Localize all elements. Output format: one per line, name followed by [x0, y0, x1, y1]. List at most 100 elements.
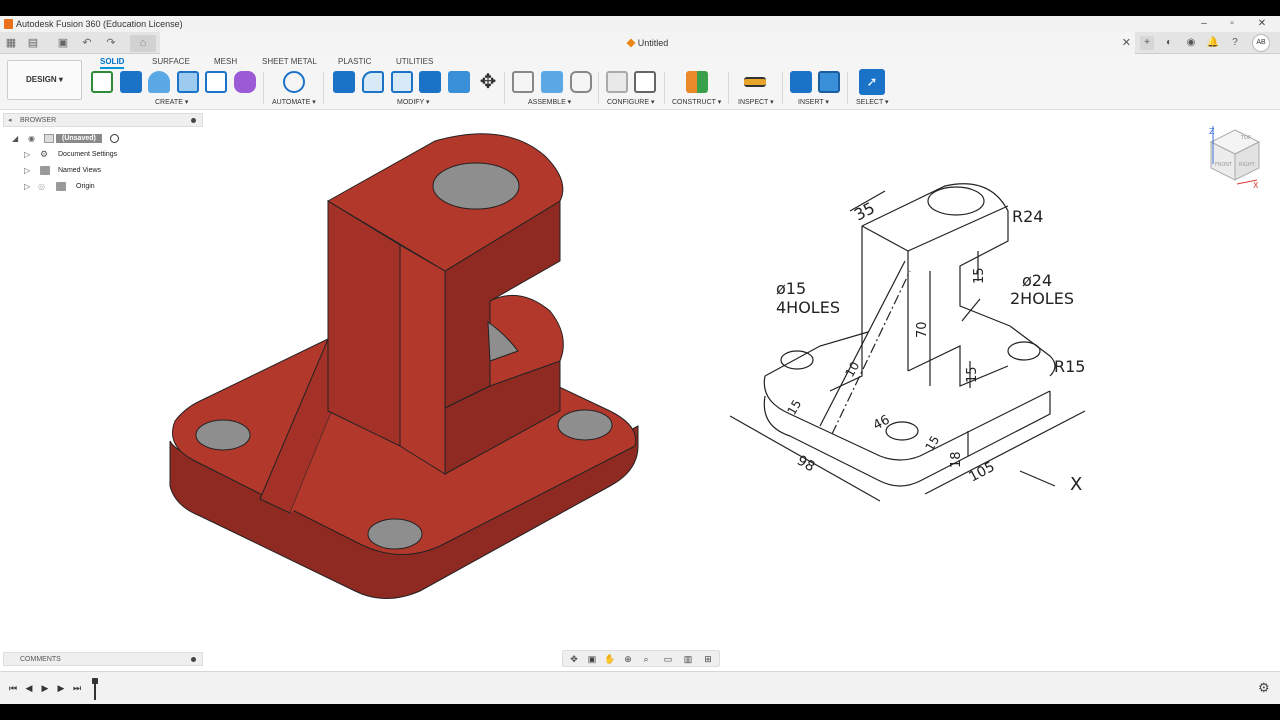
unsaved-label: (Unsaved) — [56, 134, 102, 143]
display-settings-icon[interactable]: ▭ — [659, 652, 677, 666]
form-icon[interactable] — [234, 71, 256, 93]
pattern-icon[interactable] — [205, 71, 227, 93]
document-tab[interactable]: Untitled ✕ — [160, 32, 1135, 54]
user-avatar[interactable]: AB — [1252, 34, 1270, 52]
go-to-end-icon[interactable]: ⏭ — [70, 682, 84, 694]
combine-icon[interactable] — [448, 71, 470, 93]
construct-group-label[interactable]: CONSTRUCT ▾ — [672, 98, 721, 106]
workspace-dropdown[interactable]: DESIGN ▾ — [7, 60, 82, 100]
dim-46: 46 — [871, 413, 893, 434]
help-icon[interactable]: ? — [1228, 36, 1242, 50]
revolve-icon[interactable] — [148, 71, 170, 93]
browser-panel-header[interactable]: ◂ BROWSER — [3, 113, 203, 127]
look-at-icon[interactable]: ▣ — [583, 652, 601, 666]
minimize-button[interactable]: – — [1196, 17, 1212, 31]
tab-plastic[interactable]: PLASTIC — [338, 57, 371, 66]
chamfer-icon[interactable] — [391, 71, 413, 93]
extensions-icon[interactable]: ◐ — [1162, 36, 1176, 50]
configure-icon[interactable] — [606, 71, 628, 93]
job-status-icon[interactable]: ◉ — [1184, 36, 1198, 50]
tree-label: Document Settings — [58, 151, 118, 158]
fit-icon[interactable]: ⌕ — [637, 652, 655, 666]
timeline-bar: ⏮ ◀ ▶ ▶ ⏭ ⚙ — [0, 671, 1280, 704]
tab-mesh[interactable]: MESH — [214, 57, 237, 66]
select-group-label[interactable]: SELECT ▾ — [856, 98, 889, 106]
close-tab-icon[interactable]: ✕ — [1122, 36, 1131, 49]
hole-icon[interactable] — [177, 71, 199, 93]
file-menu-icon[interactable]: ▤ — [26, 36, 40, 50]
activate-radio-icon[interactable] — [110, 134, 119, 143]
tree-item-named-views[interactable]: ▷ Named Views — [10, 164, 200, 178]
redo-icon[interactable]: ↷ — [104, 36, 118, 50]
add-comment-icon[interactable] — [191, 657, 196, 662]
close-window-button[interactable]: ✕ — [1254, 17, 1270, 31]
pin-icon[interactable] — [191, 118, 196, 123]
visibility-eye-icon[interactable]: ◎ — [38, 182, 48, 191]
comments-panel-header[interactable]: COMMENTS — [3, 652, 203, 666]
window-title: Autodesk Fusion 360 (Education License) — [16, 19, 183, 29]
dim-dia15: ø15 — [776, 279, 806, 298]
step-forward-icon[interactable]: ▶ — [54, 682, 68, 694]
select-icon[interactable]: ➚ — [859, 69, 885, 95]
inspect-group-label[interactable]: INSPECT ▾ — [738, 98, 774, 106]
automate-icon[interactable] — [283, 71, 305, 93]
insert-image-icon[interactable] — [818, 71, 840, 93]
configure-group-label[interactable]: CONFIGURE ▾ — [607, 98, 654, 106]
tree-item-root[interactable]: ◢ ◉ (Unsaved) — [10, 132, 200, 146]
save-icon[interactable]: ▣ — [56, 36, 70, 50]
create-sketch-icon[interactable] — [91, 71, 113, 93]
tree-label: Origin — [76, 183, 95, 190]
tab-solid[interactable]: SOLID — [100, 57, 125, 69]
create-group-label[interactable]: CREATE ▾ — [155, 98, 188, 106]
visibility-eye-icon[interactable]: ◉ — [28, 134, 40, 143]
joint-icon[interactable] — [541, 71, 563, 93]
apps-grid-icon[interactable]: ▦ — [4, 36, 18, 50]
insert-group-label[interactable]: INSERT ▾ — [798, 98, 829, 106]
offset-plane-icon[interactable] — [686, 71, 708, 93]
tree-item-document-settings[interactable]: ▷ ⚙ Document Settings — [10, 148, 200, 162]
tree-item-origin[interactable]: ▷ ◎ Origin — [10, 180, 200, 194]
step-back-icon[interactable]: ◀ — [22, 682, 36, 694]
undo-icon[interactable]: ↶ — [80, 36, 94, 50]
dim-2holes: 2HOLES — [1010, 289, 1074, 308]
viewcube[interactable]: Z TOP FRONT RIGHT X — [1205, 124, 1265, 190]
timeline-settings-gear-icon[interactable]: ⚙ — [1258, 680, 1270, 696]
zoom-icon[interactable]: ⊕ — [619, 652, 637, 666]
new-component-icon[interactable] — [512, 71, 534, 93]
notifications-icon[interactable]: 🔔 — [1206, 36, 1220, 50]
move-copy-icon[interactable]: ✥ — [477, 71, 499, 93]
pan-icon[interactable]: ✋ — [601, 652, 619, 666]
modify-group-label[interactable]: MODIFY ▾ — [397, 98, 430, 106]
measure-icon[interactable] — [744, 77, 766, 87]
as-built-joint-icon[interactable] — [570, 71, 592, 93]
viewcube-right: RIGHT — [1239, 162, 1256, 168]
play-icon[interactable]: ▶ — [38, 682, 52, 694]
dim-98: 98 — [794, 453, 817, 476]
tab-utilities[interactable]: UTILITIES — [396, 57, 433, 66]
maximize-button[interactable]: ▫ — [1224, 17, 1240, 31]
assemble-group-label[interactable]: ASSEMBLE ▾ — [528, 98, 571, 106]
insert-derive-icon[interactable] — [790, 71, 812, 93]
tab-sheet-metal[interactable]: SHEET METAL — [262, 57, 317, 66]
dim-105: 105 — [966, 459, 997, 486]
collapse-icon[interactable]: ◂ — [8, 116, 12, 124]
press-pull-icon[interactable] — [333, 71, 355, 93]
home-tab-icon[interactable]: ⌂ — [130, 35, 156, 52]
new-tab-button[interactable]: + — [1140, 36, 1154, 50]
collapse-triangle-icon[interactable]: ◢ — [12, 134, 18, 143]
tab-surface[interactable]: SURFACE — [152, 57, 190, 66]
automate-group-label[interactable]: AUTOMATE ▾ — [272, 98, 316, 106]
orbit-icon[interactable]: ✥ — [565, 652, 583, 666]
timeline-marker[interactable] — [92, 678, 98, 700]
configuration-table-icon[interactable] — [634, 71, 656, 93]
shell-icon[interactable] — [419, 71, 441, 93]
fillet-icon[interactable] — [362, 71, 384, 93]
grid-settings-icon[interactable]: ▥ — [679, 652, 697, 666]
go-to-start-icon[interactable]: ⏮ — [6, 682, 20, 694]
expand-triangle-icon[interactable]: ▷ — [24, 182, 30, 191]
separator — [598, 72, 599, 104]
extrude-icon[interactable] — [120, 71, 142, 93]
expand-triangle-icon[interactable]: ▷ — [24, 166, 30, 175]
viewports-icon[interactable]: ⊞ — [699, 652, 717, 666]
expand-triangle-icon[interactable]: ▷ — [24, 150, 30, 159]
